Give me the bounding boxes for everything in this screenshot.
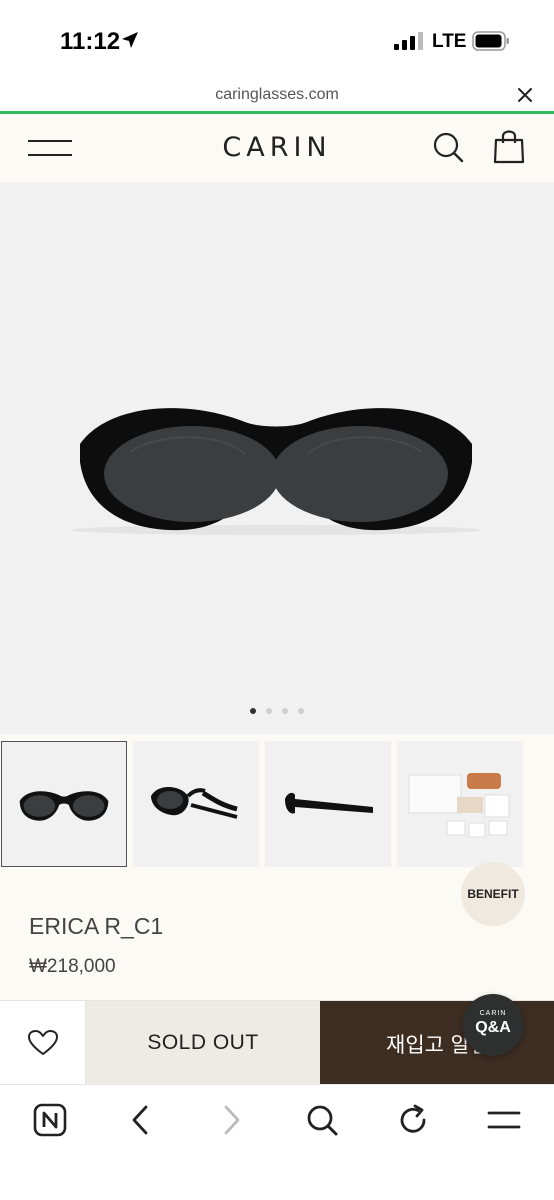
- signal-icon: [394, 32, 423, 50]
- refresh-icon[interactable]: [396, 1103, 430, 1137]
- search-icon[interactable]: [305, 1103, 339, 1137]
- sunglasses-image: [71, 408, 481, 535]
- url-bar[interactable]: caringlasses.com: [0, 80, 554, 112]
- thumbnail-angle[interactable]: [133, 741, 259, 867]
- naver-home-icon[interactable]: [33, 1103, 67, 1137]
- sunglasses-side-thumbnail-icon: [285, 792, 373, 814]
- qa-label: Q&A: [475, 1019, 511, 1036]
- qa-floating-button[interactable]: CARIN Q&A: [462, 994, 524, 1056]
- thumbnail-side[interactable]: [265, 741, 391, 867]
- wishlist-button[interactable]: [0, 1001, 86, 1085]
- thumbnail-front[interactable]: [1, 741, 127, 867]
- status-bar: 11:12 LTE: [0, 0, 554, 80]
- status-time: 11:12: [60, 28, 121, 55]
- product-info: BENEFIT ERICA R_C1 ₩218,000: [0, 862, 554, 1000]
- forward-icon[interactable]: [214, 1103, 248, 1137]
- carousel-dot[interactable]: [266, 708, 272, 714]
- qa-brand: CARIN: [479, 1010, 507, 1017]
- search-icon[interactable]: [432, 131, 464, 163]
- carousel-dot[interactable]: [298, 708, 304, 714]
- brand-logo[interactable]: CARIN: [0, 132, 554, 163]
- network-type: LTE: [432, 31, 467, 52]
- browser-toolbar: [0, 1084, 554, 1200]
- carousel-dots: [0, 708, 554, 714]
- sunglasses-front-thumbnail-icon: [19, 791, 109, 821]
- product-hero-image[interactable]: [0, 182, 554, 734]
- product-name: ERICA R_C1: [29, 913, 164, 939]
- benefit-badge[interactable]: BENEFIT: [461, 862, 525, 926]
- site-header: CARIN: [0, 114, 554, 182]
- battery-icon: [472, 31, 509, 51]
- sold-out-button[interactable]: SOLD OUT: [86, 1001, 320, 1085]
- heart-icon: [28, 1030, 58, 1055]
- location-arrow-icon: [122, 32, 138, 48]
- thumbnail-package[interactable]: [397, 741, 523, 867]
- close-icon[interactable]: [516, 86, 534, 104]
- shopping-bag-icon[interactable]: [492, 128, 526, 164]
- url-text[interactable]: caringlasses.com: [0, 86, 554, 104]
- carousel-dot[interactable]: [282, 708, 288, 714]
- thumbnail-strip: [0, 734, 554, 872]
- menu-icon[interactable]: [487, 1103, 521, 1137]
- carousel-dot[interactable]: [250, 708, 256, 714]
- package-contents-thumbnail-icon: [408, 773, 510, 838]
- product-price: ₩218,000: [29, 956, 116, 977]
- sunglasses-angle-thumbnail-icon: [151, 786, 238, 819]
- back-icon[interactable]: [124, 1103, 158, 1137]
